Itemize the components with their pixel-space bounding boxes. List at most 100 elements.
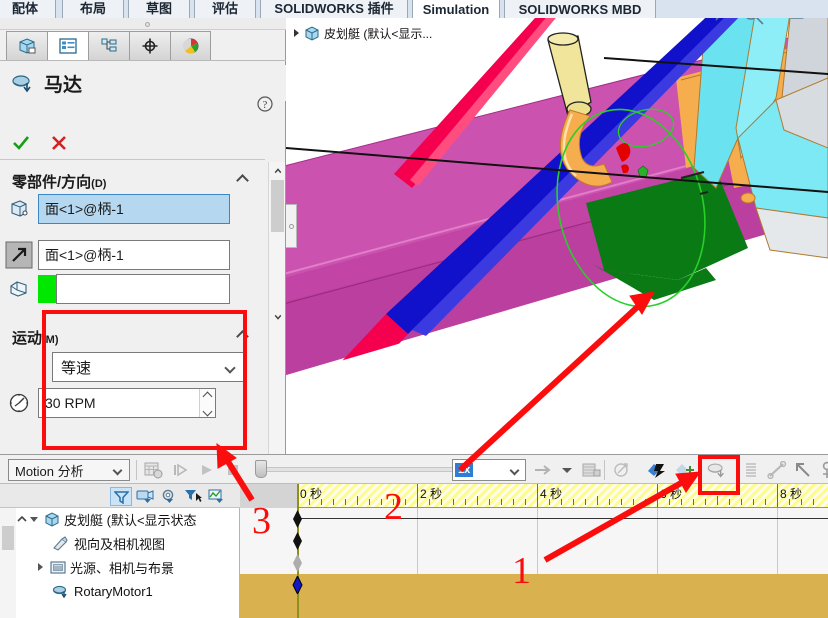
scrollbar-thumb[interactable] bbox=[271, 180, 284, 232]
add-key-button[interactable] bbox=[674, 459, 696, 481]
collapse-all-icon[interactable] bbox=[16, 514, 28, 524]
triangle-right-icon[interactable] bbox=[294, 29, 299, 37]
ribbon-tab-assembly[interactable]: 配体 bbox=[0, 0, 56, 18]
flyout-feature-tree[interactable]: 皮划艇 (默认<显示... bbox=[294, 24, 432, 42]
speed-spinner[interactable] bbox=[199, 389, 215, 417]
spinner-up-icon[interactable] bbox=[202, 391, 213, 402]
feature-manager-tab[interactable] bbox=[6, 31, 47, 61]
spring-button[interactable] bbox=[740, 459, 762, 481]
row-motion-speed: 30 RPM bbox=[0, 386, 265, 420]
splitter-grip-icon bbox=[145, 22, 150, 27]
section-header-motion[interactable]: 运动(M) bbox=[0, 324, 265, 350]
direction-icon[interactable] bbox=[0, 241, 38, 269]
ruler-major-tick bbox=[417, 484, 418, 507]
force-icon bbox=[796, 463, 810, 477]
damper-button[interactable] bbox=[766, 459, 788, 481]
scroll-mid-button[interactable] bbox=[269, 308, 286, 325]
keyframe-diamond[interactable] bbox=[292, 510, 303, 528]
play-from-start-button[interactable] bbox=[170, 459, 192, 481]
scroll-up-button[interactable] bbox=[269, 162, 286, 179]
heads-up-view-toolbar[interactable] bbox=[706, 18, 826, 32]
tree-item-assembly[interactable]: 皮划艇 (默认<显示状态 bbox=[0, 508, 240, 530]
toolbar-separator bbox=[136, 460, 137, 480]
row-motion-type: 等速 bbox=[0, 350, 265, 384]
ribbon-tab-simulation[interactable]: Simulation bbox=[412, 0, 500, 18]
help-icon[interactable]: ? bbox=[257, 96, 273, 112]
filter-drive-glyph bbox=[162, 489, 174, 503]
timeline-row-motor[interactable] bbox=[240, 574, 828, 618]
timeline-row-lights[interactable] bbox=[240, 552, 828, 574]
property-manager-panel: 马达 ? 零部件/方向(D) 面<1>@柄-1 面<1>@柄-1 运动(M) 等… bbox=[0, 18, 286, 472]
graphics-area[interactable]: 皮划艇 (默认<显示... bbox=[286, 18, 828, 454]
ribbon-tab-sw-mbd[interactable]: SOLIDWORKS MBD bbox=[504, 0, 656, 18]
timeline-ruler[interactable]: 0 秒 2 秒 4 秒 6 秒 8 秒 bbox=[297, 484, 828, 508]
motion-speed-field[interactable]: 30 RPM bbox=[38, 388, 216, 418]
filter-drive-icon[interactable] bbox=[158, 487, 180, 506]
solidworks-window: 配体 布局 草图 评估 SOLIDWORKS 插件 Simulation SOL… bbox=[0, 0, 828, 618]
configuration-manager-tab[interactable] bbox=[88, 31, 129, 61]
calculate-button[interactable] bbox=[142, 459, 164, 481]
section-header-component-direction[interactable]: 零部件/方向(D) bbox=[0, 168, 265, 194]
keyframe-diamond[interactable] bbox=[292, 532, 303, 550]
motor-location-field[interactable]: 面<1>@柄-1 bbox=[38, 194, 230, 224]
ribbon-tab-sw-addins[interactable]: SOLIDWORKS 插件 bbox=[260, 0, 408, 18]
tree-item-lights[interactable]: 光源、相机与布景 bbox=[0, 556, 240, 578]
filter-animated-glyph bbox=[136, 490, 153, 503]
contact-button[interactable] bbox=[816, 459, 828, 481]
filter-animated-icon[interactable] bbox=[134, 487, 156, 506]
motor-button[interactable] bbox=[706, 459, 728, 481]
ruler-major-tick bbox=[657, 484, 658, 507]
motor-component-field[interactable] bbox=[56, 274, 230, 304]
playback-speed-slider[interactable] bbox=[258, 467, 454, 472]
filter-selected-glyph bbox=[185, 490, 202, 502]
spinner-down-icon[interactable] bbox=[202, 406, 213, 417]
ribbon-tab-evaluate[interactable]: 评估 bbox=[194, 0, 256, 18]
ruler-major-tick bbox=[537, 484, 538, 507]
keyframe-diamond[interactable] bbox=[292, 554, 303, 572]
tree-item-motor[interactable]: RotaryMotor1 bbox=[0, 580, 240, 602]
property-manager-tab[interactable] bbox=[47, 31, 88, 61]
triangle-right-icon[interactable] bbox=[38, 563, 43, 571]
triangle-down-icon[interactable] bbox=[30, 516, 38, 522]
row-motor-location: 面<1>@柄-1 bbox=[0, 192, 265, 226]
ribbon-tab-sketch[interactable]: 草图 bbox=[128, 0, 190, 18]
study-type-dropdown[interactable]: Motion 分析 bbox=[8, 459, 130, 481]
filter-all-icon[interactable] bbox=[110, 487, 132, 506]
appearance-sphere-icon bbox=[182, 38, 198, 54]
playback-mode-dropdown[interactable] bbox=[556, 459, 578, 481]
view-tab-strip[interactable] bbox=[286, 204, 297, 248]
panel-splitter[interactable] bbox=[0, 18, 286, 30]
configuration-icon bbox=[101, 38, 117, 52]
face-icon bbox=[0, 199, 38, 219]
timeline-playhead[interactable] bbox=[297, 484, 299, 618]
ribbon-tab-layout[interactable]: 布局 bbox=[62, 0, 124, 18]
timeline-body[interactable] bbox=[240, 508, 828, 618]
playback-speed-slider-thumb[interactable] bbox=[255, 460, 267, 478]
force-button[interactable] bbox=[792, 459, 814, 481]
animation-wizard-button[interactable] bbox=[612, 459, 634, 481]
dimxpert-manager-tab[interactable] bbox=[129, 31, 170, 61]
ribbon-tab-label: 布局 bbox=[79, 1, 106, 16]
playback-speed-dropdown[interactable]: 1x bbox=[452, 459, 526, 481]
stop-button[interactable] bbox=[222, 459, 244, 481]
save-animation-button[interactable] bbox=[580, 459, 602, 481]
tree-item-orientation[interactable]: 视向及相机视图 bbox=[0, 532, 240, 554]
view-tab-dot-icon bbox=[289, 224, 294, 229]
keyframe-diamond[interactable] bbox=[292, 576, 303, 594]
property-manager-title: 马达 bbox=[0, 65, 286, 101]
playback-mode-button[interactable] bbox=[532, 459, 554, 481]
play-button[interactable] bbox=[196, 459, 218, 481]
property-panel-scrollbar[interactable] bbox=[268, 162, 285, 468]
ok-button[interactable] bbox=[12, 134, 30, 152]
camera-views-icon bbox=[53, 535, 68, 551]
filter-selected-icon[interactable] bbox=[182, 487, 204, 506]
display-manager-tab[interactable] bbox=[170, 31, 211, 61]
motion-type-dropdown[interactable]: 等速 bbox=[52, 352, 244, 382]
timeline-row-assembly[interactable] bbox=[240, 508, 828, 530]
filter-results-icon[interactable] bbox=[206, 487, 228, 506]
crosshair-icon bbox=[142, 38, 158, 54]
autokey-button[interactable] bbox=[646, 459, 668, 481]
motor-direction-field[interactable]: 面<1>@柄-1 bbox=[38, 240, 230, 270]
cancel-button[interactable] bbox=[50, 134, 68, 152]
timeline-row-orientation[interactable] bbox=[240, 530, 828, 552]
